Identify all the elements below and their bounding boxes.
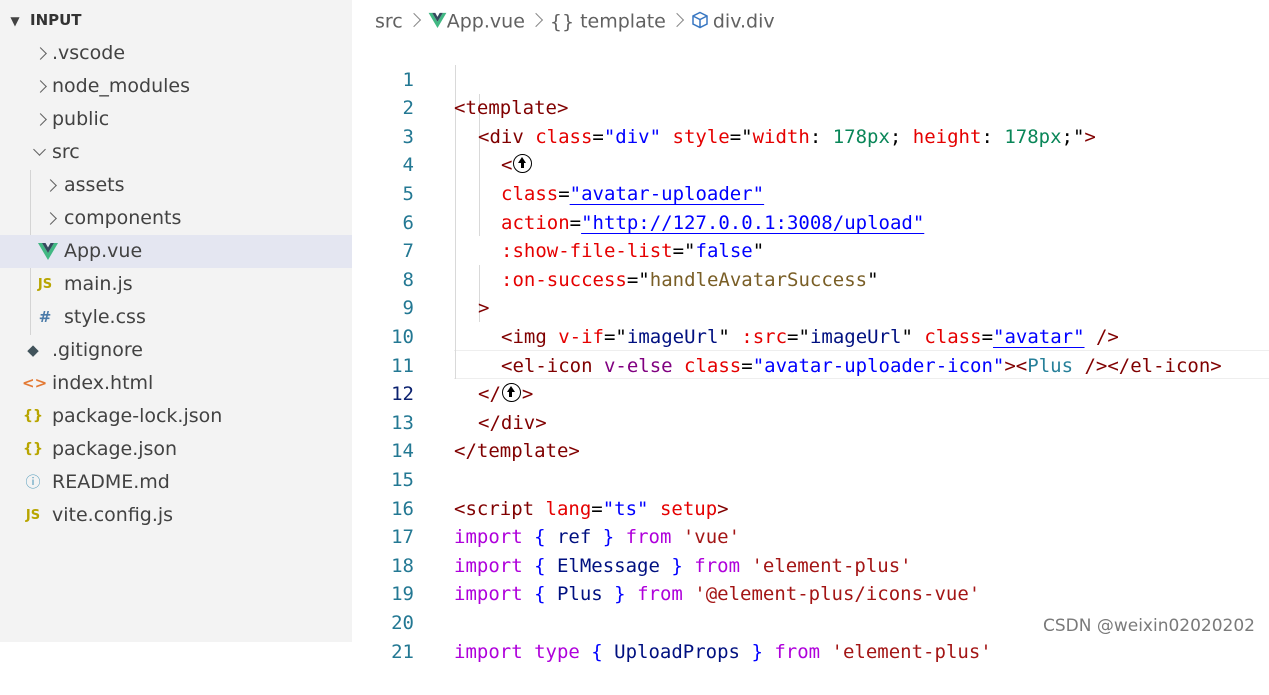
tree-item-label: assets: [64, 174, 125, 196]
watermark: CSDN @weixin02020202: [1042, 616, 1255, 636]
css-icon: #: [38, 308, 52, 326]
vue-icon: [37, 235, 59, 272]
tree-item-label: .gitignore: [52, 339, 143, 361]
code-line: 7 :on-success="handleAvatarSuccess": [352, 209, 1269, 291]
code-line: 14: [352, 409, 1269, 462]
tree-item-vite-config-js[interactable]: JS vite.config.js: [0, 499, 352, 532]
code-line: 15 <script lang="ts" setup>: [352, 437, 1269, 520]
chevron-right-icon: [669, 12, 684, 27]
breadcrumb: src App.vue {} template div.div: [375, 6, 775, 36]
tree-item-gitignore[interactable]: ◆ .gitignore: [0, 334, 352, 367]
tree-item-label: .vscode: [52, 42, 126, 64]
code-line: 10 <el-icon v-else class="avatar-uploade…: [352, 294, 1269, 377]
code-line: 20 import type { UploadProps } from 'ele…: [352, 580, 1269, 663]
breadcrumb-src[interactable]: src: [375, 11, 403, 33]
token: 'element-plus': [820, 640, 992, 663]
tree-item-package-lock-json[interactable]: {} package-lock.json: [0, 400, 352, 433]
tree-item-src[interactable]: src: [0, 136, 352, 169]
code-line: 2 <div class="div" style="width: 178px; …: [352, 66, 1269, 148]
tree-item-label: package.json: [52, 438, 178, 460]
tree-item-label: index.html: [52, 372, 154, 394]
tree-item-label: src: [52, 141, 80, 163]
code-line: 19: [352, 552, 1269, 605]
js-icon: JS: [37, 277, 53, 292]
tree-item-label: main.js: [64, 273, 133, 295]
tree-item-label: public: [52, 108, 110, 130]
explorer-title: INPUT: [30, 11, 82, 29]
code-line: 8 >: [352, 237, 1269, 320]
info-icon: ⓘ: [25, 473, 41, 491]
explorer-sidebar: ▼ INPUT .vscode node_modules public src a…: [0, 0, 352, 642]
code-line: 12 </div>: [352, 352, 1269, 434]
tree-item-label: node_modules: [52, 75, 191, 97]
token: type: [522, 640, 580, 663]
tree-item-vscode[interactable]: .vscode: [0, 37, 352, 70]
tree-item-app-vue[interactable]: App.vue: [0, 235, 352, 268]
code-line: 1 <template>: [352, 37, 1269, 120]
code-line: 17 import { ElMessage } from 'element-pl…: [352, 495, 1269, 577]
cube-icon: [691, 11, 713, 33]
token: {: [579, 640, 615, 663]
token: import: [454, 640, 523, 663]
tree-item-label: vite.config.js: [52, 504, 174, 526]
code-line: 6 :show-file-list="false": [352, 180, 1269, 263]
code-line: 16 import { ref } from 'vue': [352, 466, 1269, 549]
tree-item-label: components: [64, 207, 182, 229]
tree-item-label: README.md: [52, 471, 170, 493]
tree-item-components[interactable]: components: [0, 202, 352, 235]
token: }: [740, 640, 775, 663]
token: from: [774, 640, 821, 663]
breadcrumb-template[interactable]: template: [580, 11, 666, 33]
tree-item-label: package-lock.json: [52, 405, 223, 427]
git-icon: ◆: [27, 341, 39, 359]
tree-item-main-js[interactable]: JS main.js: [0, 268, 352, 301]
code-line: 11 </>: [352, 323, 1269, 406]
code-line: 5 action="http://127.0.0.1:3008/upload": [352, 151, 1269, 234]
breadcrumb-element[interactable]: div.div: [713, 11, 775, 33]
tree-item-index-html[interactable]: <> index.html: [0, 367, 352, 400]
tree-item-assets[interactable]: assets: [0, 169, 352, 202]
explorer-section-header[interactable]: ▼ INPUT: [0, 4, 82, 37]
code-editor[interactable]: 1 <template> 2 <div class="div" style="w…: [352, 37, 1269, 663]
tree-item-node-modules[interactable]: node_modules: [0, 70, 352, 103]
vue-icon: [428, 11, 447, 33]
token: UploadProps: [614, 640, 741, 663]
chevron-right-icon: [406, 12, 421, 27]
chevron-down-icon: ▼: [10, 14, 20, 28]
tree-item-label: style.css: [64, 306, 146, 328]
code-line: 4 class="avatar-uploader": [352, 123, 1269, 205]
html-icon: <>: [22, 374, 48, 392]
code-line: 9 <img v-if="imageUrl" :src="imageUrl" c…: [352, 266, 1269, 348]
breadcrumb-file[interactable]: App.vue: [447, 11, 525, 33]
tree-item-public[interactable]: public: [0, 103, 352, 136]
chevron-right-icon: [528, 12, 543, 27]
code-line: 3 <: [352, 94, 1269, 176]
braces-icon: {}: [549, 10, 575, 33]
tree-item-package-json[interactable]: {} package.json: [0, 433, 352, 466]
js-icon: JS: [25, 508, 41, 523]
tree-item-readme-md[interactable]: ⓘ README.md: [0, 466, 352, 499]
code-line: 13 </template>: [352, 380, 1269, 463]
json-icon: {}: [23, 441, 43, 457]
code-line: 18 import { Plus } from '@element-plus/i…: [352, 523, 1269, 606]
tree-item-label: App.vue: [64, 240, 143, 262]
json-icon: {}: [23, 408, 43, 424]
tree-item-style-css[interactable]: # style.css: [0, 301, 352, 334]
